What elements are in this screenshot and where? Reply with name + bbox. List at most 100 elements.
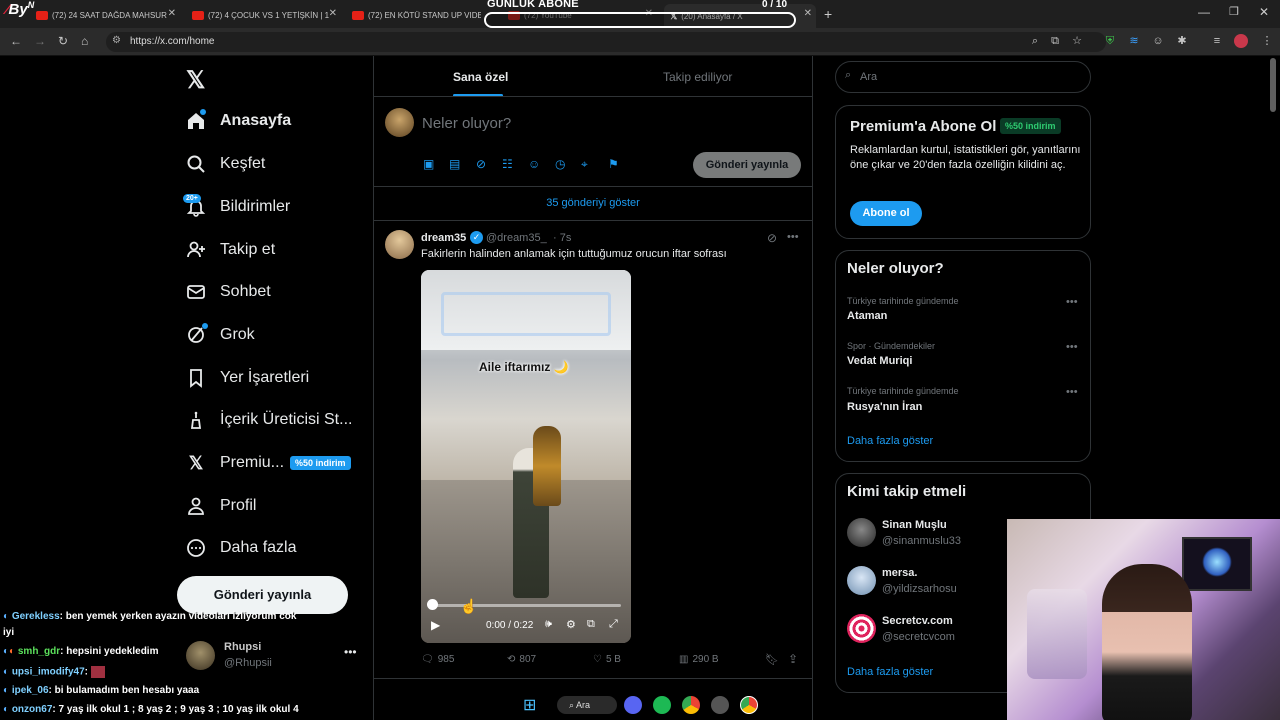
extensions-icon[interactable]: ✱ <box>1175 34 1189 48</box>
taskbar-search[interactable]: ⌕ Ara <box>557 696 617 714</box>
flag-icon[interactable]: ⚑ <box>608 157 619 171</box>
follow-name[interactable]: Sinan Muşlu <box>882 519 947 531</box>
follow-show-more-link[interactable]: Daha fazla göster <box>847 666 933 678</box>
nav-profile[interactable]: Profil <box>186 496 256 516</box>
trend-more-icon[interactable]: ••• <box>1066 341 1078 353</box>
install-icon[interactable]: ⧉ <box>1048 34 1062 48</box>
x-logo-icon[interactable]: 𝕏 <box>186 66 205 95</box>
maximize-icon[interactable]: ❐ <box>1229 5 1239 18</box>
person-add-icon <box>186 240 206 260</box>
composer-input[interactable]: Neler oluyor? <box>422 115 511 132</box>
nav-bookmarks[interactable]: Yer İşaretleri <box>186 368 309 388</box>
url-input[interactable]: ⚙ https://x.com/home <box>106 32 1106 52</box>
avatar[interactable] <box>186 641 215 670</box>
grok-icon[interactable]: ⊘ <box>476 157 486 171</box>
back-icon[interactable]: ← <box>10 34 22 48</box>
close-window-icon[interactable]: ✕ <box>1259 5 1269 19</box>
zoom-icon[interactable]: ⌕ <box>1028 34 1042 48</box>
browser-tab-3[interactable]: (72) EN KÖTÜ STAND UP VIDEO <box>346 4 481 26</box>
share-icon[interactable]: ⇪ <box>788 652 798 666</box>
post-time[interactable]: · 7s <box>553 232 571 244</box>
location-icon[interactable]: ⌖ <box>581 157 588 172</box>
settings-icon[interactable]: ⚙ <box>566 618 576 631</box>
post-author-name[interactable]: dream35 <box>421 232 466 244</box>
nav-explore[interactable]: Keşfet <box>186 154 265 174</box>
views-button[interactable]: ▥ 290 B <box>679 654 719 665</box>
avatar[interactable] <box>847 518 876 547</box>
avatar[interactable] <box>847 614 876 643</box>
play-icon[interactable]: ▶ <box>431 618 440 632</box>
tab-following[interactable]: Takip ediliyor <box>663 70 732 84</box>
shield-icon[interactable]: ⛨ <box>1103 34 1117 48</box>
nav-creator-studio[interactable]: İçerik Üreticisi St... <box>186 410 352 430</box>
reply-button[interactable]: 🗨 985 <box>421 654 454 665</box>
bookmark-star-icon[interactable]: ☆ <box>1070 34 1084 48</box>
browser-tab-1[interactable]: (72) 24 SAAT DAĞDA MAHSUR ✕ <box>30 4 180 26</box>
nav-grok[interactable]: Grok <box>186 325 255 345</box>
search-input[interactable]: ⌕ Ara <box>835 61 1091 93</box>
chrome-icon[interactable] <box>682 696 700 714</box>
close-icon[interactable]: ✕ <box>329 8 337 19</box>
extension-wave-icon[interactable]: ≋ <box>1127 34 1141 48</box>
post-more-icon[interactable]: ••• <box>787 231 799 243</box>
new-tab-icon[interactable]: + <box>824 6 832 22</box>
follow-name[interactable]: mersa. <box>882 567 917 579</box>
avatar[interactable] <box>385 230 414 259</box>
forward-icon[interactable]: → <box>34 34 46 48</box>
profile-avatar-icon[interactable] <box>1234 34 1248 48</box>
fullscreen-icon[interactable]: ⤢ <box>609 618 618 631</box>
post-author-handle[interactable]: @dream35_ <box>486 232 547 244</box>
scrollbar[interactable] <box>1270 58 1276 112</box>
post-button[interactable]: Gönderi yayınla <box>177 576 348 614</box>
trends-show-more-link[interactable]: Daha fazla göster <box>847 435 933 447</box>
nav-more[interactable]: Daha fazla <box>186 538 297 558</box>
app-icon[interactable] <box>711 696 729 714</box>
chat-message: ◐ ipek_06: bi bulamadım ben hesabı yaaa <box>3 685 199 696</box>
trend-name[interactable]: Ataman <box>847 310 887 322</box>
menu-dots-icon[interactable]: ⋮ <box>1260 34 1274 48</box>
extension-face-icon[interactable]: ☺ <box>1151 34 1165 48</box>
tab-for-you[interactable]: Sana özel <box>453 70 508 84</box>
grok-icon[interactable]: ⊘ <box>767 231 777 245</box>
nav-notifications[interactable]: Bildirimler <box>186 197 290 217</box>
close-icon[interactable]: ✕ <box>804 8 812 19</box>
gif-icon[interactable]: ▤ <box>449 157 460 171</box>
windows-start-icon[interactable]: ⊞ <box>523 695 536 715</box>
compose-post-button[interactable]: Gönderi yayınla <box>693 152 801 178</box>
repost-button[interactable]: ⟲ 807 <box>507 654 536 665</box>
image-icon[interactable]: ▣ <box>423 157 434 171</box>
post-video[interactable]: Aile iftarımız 🌙 ▶ 0:00 / 0:22 🕪 ⚙ ⧉ ⤢ <box>421 270 631 643</box>
like-button[interactable]: ♡ 5 B <box>593 654 621 665</box>
poll-icon[interactable]: ☷ <box>502 157 513 171</box>
reload-icon[interactable]: ↻ <box>58 34 68 48</box>
nav-premium[interactable]: 𝕏 Premiu... <box>186 453 284 473</box>
avatar[interactable] <box>385 108 414 137</box>
minimize-icon[interactable]: — <box>1198 5 1210 19</box>
nav-messages[interactable]: Sohbet <box>186 282 271 302</box>
trend-more-icon[interactable]: ••• <box>1066 296 1078 308</box>
nav-follow[interactable]: Takip et <box>186 240 275 260</box>
emoji-icon[interactable]: ☺ <box>528 157 540 171</box>
trend-name[interactable]: Rusya'nın İran <box>847 401 922 413</box>
pip-icon[interactable]: ⧉ <box>587 618 595 631</box>
site-info-icon[interactable]: ⚙ <box>112 35 121 46</box>
show-new-posts-link[interactable]: 35 gönderiyi göster <box>374 197 812 209</box>
follow-name[interactable]: Secretcv.com <box>882 615 953 627</box>
video-progress-handle[interactable] <box>427 599 438 610</box>
account-menu-icon[interactable]: ••• <box>344 645 357 659</box>
chrome-active-icon[interactable] <box>740 696 758 714</box>
bookmark-icon[interactable]: 🔖︎ <box>765 653 779 666</box>
volume-icon[interactable]: 🕪 <box>545 618 552 631</box>
trend-more-icon[interactable]: ••• <box>1066 386 1078 398</box>
spotify-icon[interactable] <box>653 696 671 714</box>
tab-search-icon[interactable]: ≡ <box>1210 34 1224 48</box>
browser-tab-2[interactable]: (72) 4 ÇOCUK VS 1 YETİŞKİN | 1 ✕ <box>186 4 341 26</box>
subscribe-button[interactable]: Abone ol <box>850 201 922 226</box>
trend-name[interactable]: Vedat Muriqi <box>847 355 912 367</box>
close-icon[interactable]: ✕ <box>168 8 176 19</box>
avatar[interactable] <box>847 566 876 595</box>
schedule-icon[interactable]: ◷ <box>555 157 565 171</box>
discord-icon[interactable] <box>624 696 642 714</box>
webcam-person <box>1102 564 1192 720</box>
home-icon[interactable]: ⌂ <box>81 34 88 48</box>
